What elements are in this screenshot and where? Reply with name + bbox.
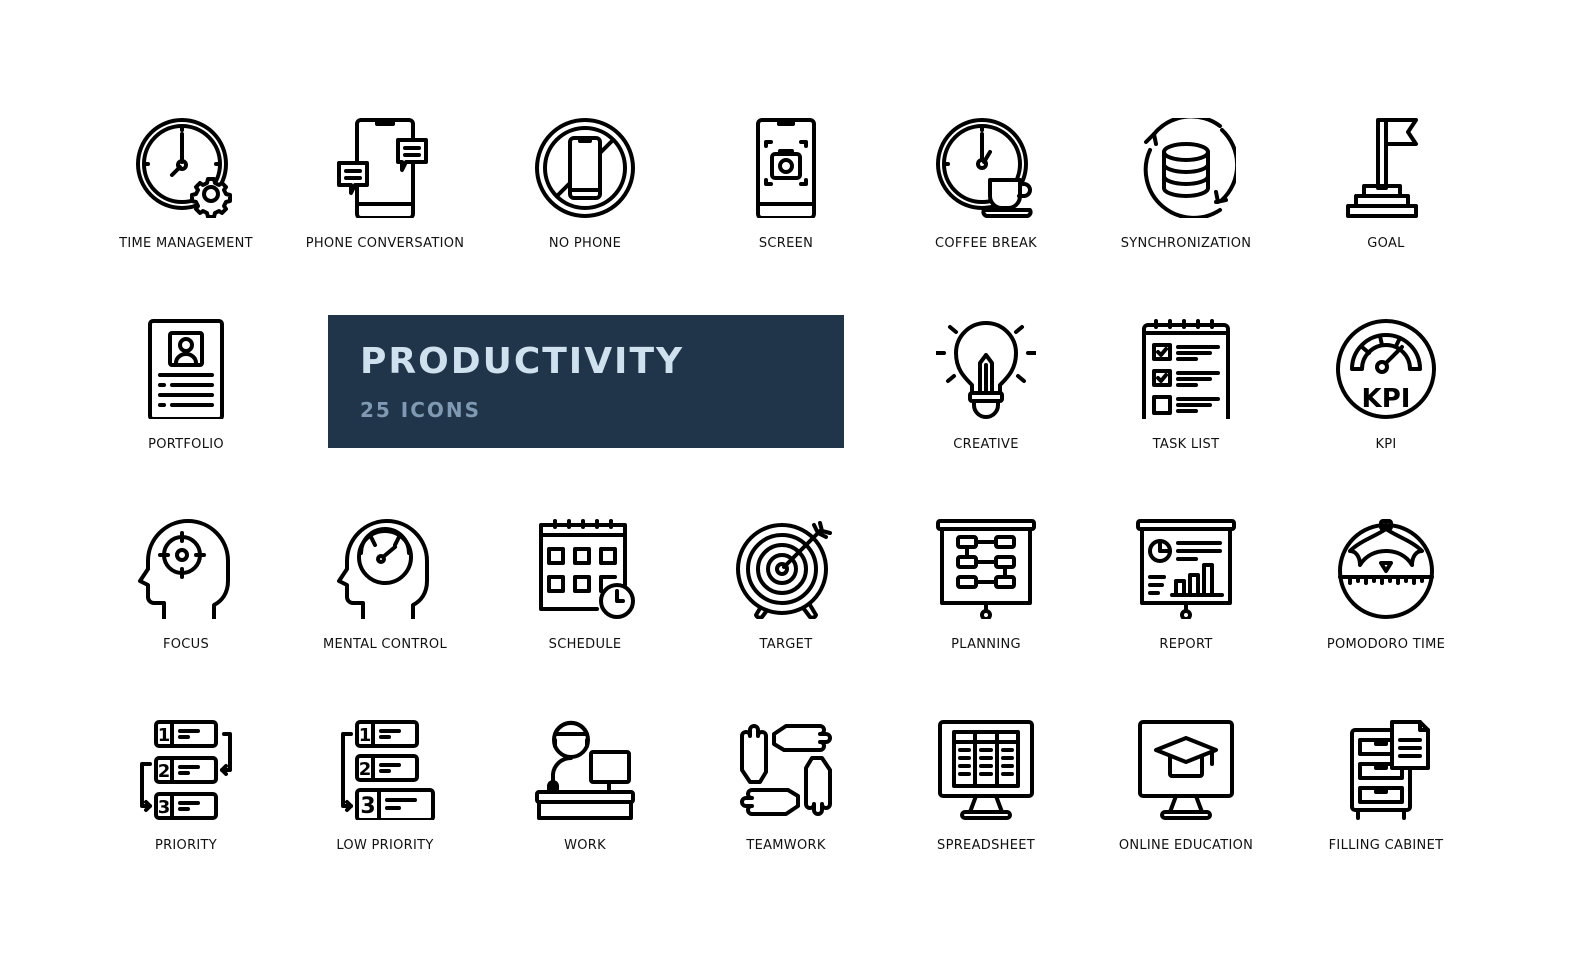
flag-podium-icon [1346, 118, 1418, 218]
icon-tile-portfolio: PORTFOLIO [86, 319, 286, 519]
icon-tile-goal: GOAL [1286, 118, 1486, 318]
icon-label: PHONE CONVERSATION [305, 236, 465, 251]
icon-label: PORTFOLIO [148, 437, 224, 452]
icon-tile-online-education: ONLINE EDUCATION [1086, 720, 1286, 920]
icon-label: PLANNING [951, 637, 1021, 652]
icon-label: MENTAL CONTROL [322, 637, 448, 652]
priority-number-2: 2 [158, 761, 171, 782]
priority-number-1: 1 [359, 725, 372, 746]
icon-tile-screen: SCREEN [686, 118, 886, 318]
hands-together-icon [740, 724, 832, 816]
dartboard-icon [736, 521, 832, 619]
icon-tile-schedule: SCHEDULE [485, 519, 685, 719]
icon-tile-time-management: TIME MANAGEMENT [86, 118, 286, 318]
icon-label: KPI [1375, 437, 1397, 452]
banner-subtitle: 25 ICONS [360, 398, 482, 422]
phone-chat-icon [337, 118, 428, 218]
icon-tile-priority: 1 2 3 PRIORITY [86, 720, 286, 920]
icon-tile-pomodoro-time: POMODORO TIME [1286, 519, 1486, 719]
icon-tile-synchronization: SYNCHRONIZATION [1086, 118, 1286, 318]
phone-screenshot-icon [756, 118, 816, 218]
icon-tile-report: REPORT [1086, 519, 1286, 719]
icon-label: TASK LIST [1152, 437, 1220, 452]
icon-label: ONLINE EDUCATION [1118, 838, 1254, 853]
calendar-clock-icon [539, 519, 635, 619]
head-target-icon [138, 519, 230, 619]
icon-tile-task-list: TASK LIST [1086, 319, 1286, 519]
resume-icon [148, 319, 224, 419]
flowchart-board-icon [936, 519, 1036, 619]
icon-label: SCREEN [758, 236, 814, 251]
no-phone-icon [535, 118, 635, 218]
icon-label: TARGET [759, 637, 813, 652]
icon-label: POMODORO TIME [1326, 637, 1446, 652]
icon-label: SCHEDULE [548, 637, 622, 652]
icon-tile-low-priority: 1 2 3 LOW PRIORITY [285, 720, 485, 920]
icon-label: LOW PRIORITY [336, 838, 434, 853]
icon-tile-spreadsheet: SPREADSHEET [886, 720, 1086, 920]
icon-tile-mental-control: MENTAL CONTROL [285, 519, 485, 719]
icon-tile-work: WORK [485, 720, 685, 920]
icon-label: FOCUS [162, 637, 210, 652]
icon-label: CREATIVE [953, 437, 1019, 452]
icon-label: GOAL [1367, 236, 1405, 251]
icon-tile-phone-conversation: PHONE CONVERSATION [285, 118, 485, 318]
icon-tile-target: TARGET [686, 519, 886, 719]
kpi-gauge-icon: KPI [1336, 319, 1436, 419]
clock-coffee-icon [936, 118, 1033, 218]
banner-title: PRODUCTIVITY [360, 341, 685, 382]
icon-label: TEAMWORK [746, 838, 826, 853]
priority-number-3: 3 [360, 794, 375, 819]
icon-tile-kpi: KPI KPI [1286, 319, 1486, 519]
icon-label: COFFEE BREAK [934, 236, 1037, 251]
icon-label: REPORT [1159, 637, 1213, 652]
filing-cabinet-icon [1350, 720, 1430, 820]
icon-tile-planning: PLANNING [886, 519, 1086, 719]
icon-label: NO PHONE [548, 236, 622, 251]
lightbulb-pencil-icon [936, 321, 1036, 419]
title-banner: PRODUCTIVITY 25 ICONS [328, 315, 844, 448]
icon-tile-filling-cabinet: FILLING CABINET [1286, 720, 1486, 920]
icon-label: SYNCHRONIZATION [1120, 236, 1252, 251]
clock-gear-icon [136, 118, 232, 218]
person-desk-computer-icon [535, 720, 635, 820]
report-board-icon [1136, 519, 1236, 619]
icon-label: FILLING CABINET [1328, 838, 1444, 853]
icon-label: WORK [564, 838, 606, 853]
database-sync-icon [1143, 118, 1236, 218]
icon-tile-coffee-break: COFFEE BREAK [886, 118, 1086, 318]
icon-label: SPREADSHEET [937, 838, 1035, 853]
priority-number-2: 2 [359, 759, 372, 780]
icon-label: TIME MANAGEMENT [119, 236, 253, 251]
priority-number-3: 3 [158, 797, 171, 818]
tomato-timer-icon [1338, 519, 1434, 619]
icon-tile-teamwork: TEAMWORK [686, 720, 886, 920]
monitor-spreadsheet-icon [938, 720, 1034, 820]
priority-number-1: 1 [158, 725, 171, 746]
icon-label: PRIORITY [154, 838, 218, 853]
checklist-icon [1142, 319, 1230, 419]
priority-list-icon: 1 2 3 [140, 720, 232, 820]
monitor-graduation-cap-icon [1138, 720, 1234, 820]
icon-tile-creative: CREATIVE [886, 319, 1086, 519]
icon-tile-no-phone: NO PHONE [485, 118, 685, 318]
head-gauge-icon [337, 519, 429, 619]
low-priority-list-icon: 1 2 3 [341, 720, 435, 820]
icon-tile-focus: FOCUS [86, 519, 286, 719]
kpi-text: KPI [1362, 384, 1411, 414]
